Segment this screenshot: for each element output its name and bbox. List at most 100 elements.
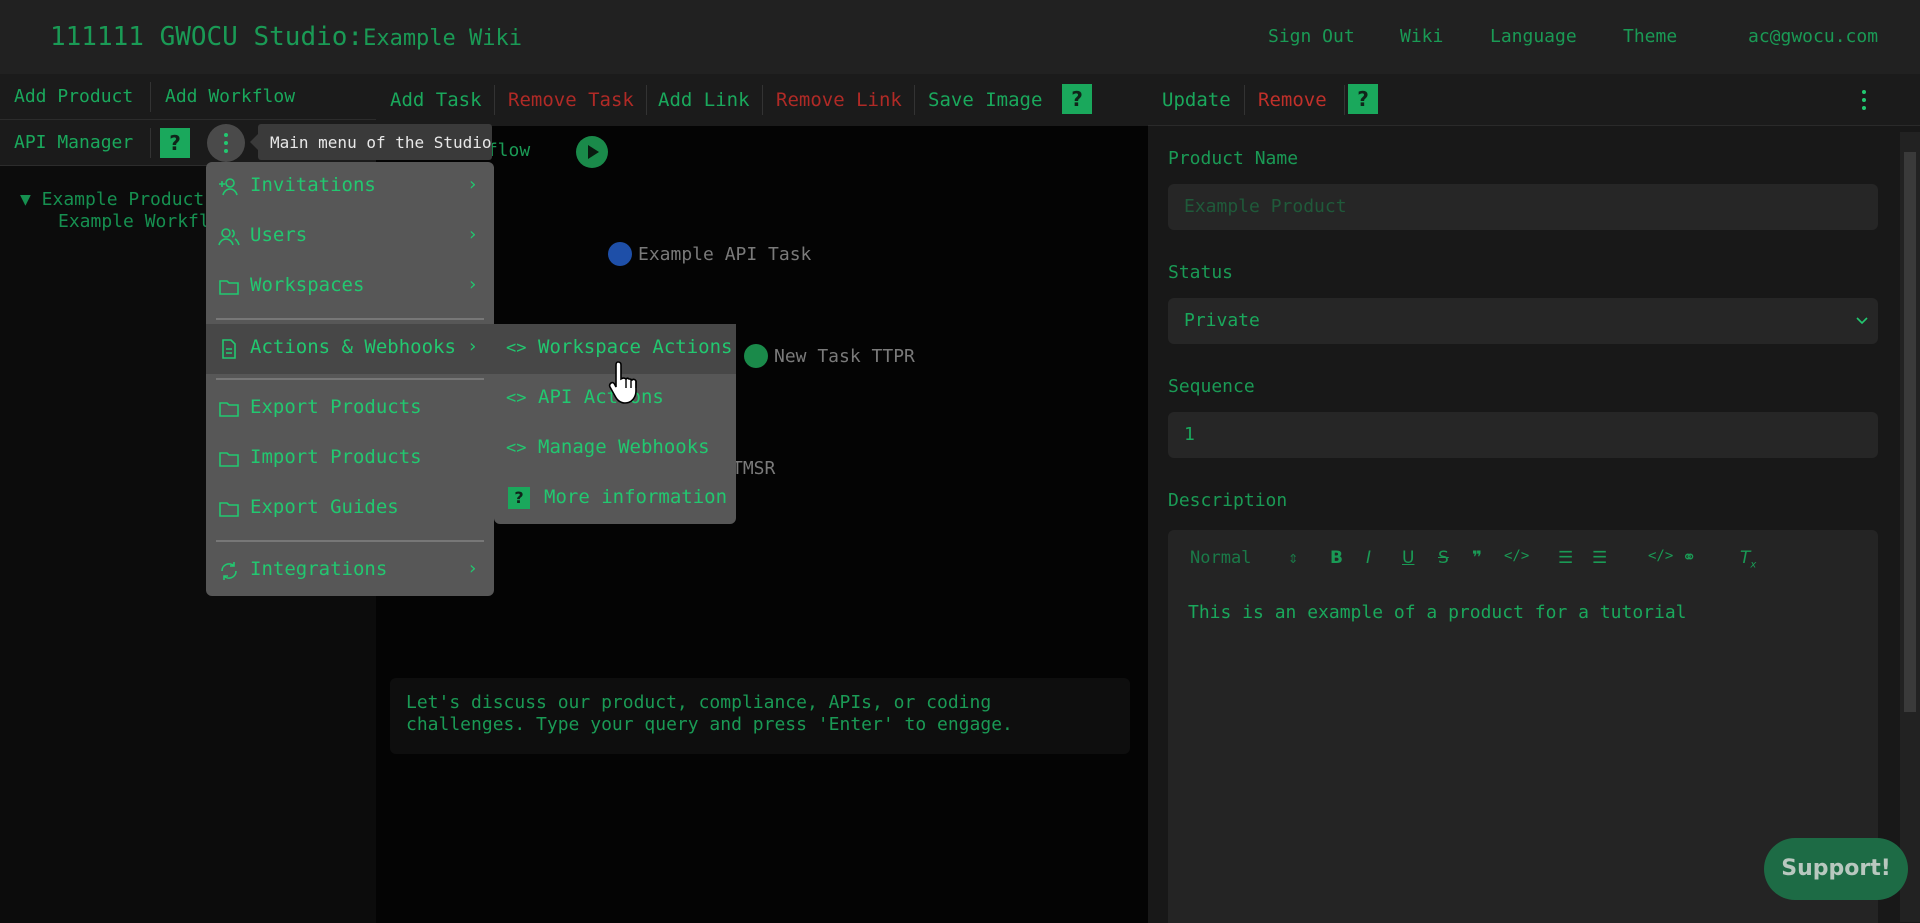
menu-item-users[interactable]: Users › [206, 212, 494, 262]
menu-item-workspaces[interactable]: Workspaces › [206, 262, 494, 312]
hand-cursor-icon [608, 361, 637, 404]
menu-item-import-products[interactable]: Import Products [206, 434, 494, 484]
status-select[interactable]: Private [1168, 298, 1878, 344]
remove-button[interactable]: Remove [1258, 89, 1327, 111]
toolbar-divider [1244, 85, 1245, 115]
code-icon: <> [506, 338, 527, 358]
play-icon [588, 145, 599, 159]
task-node-label: TMSR [732, 458, 776, 479]
menu-item-export-products[interactable]: Export Products [206, 384, 494, 434]
menu-item-invitations[interactable]: Invitations › [206, 162, 494, 212]
language-link[interactable]: Language [1490, 26, 1577, 47]
document-icon [222, 339, 236, 359]
menu-item-label: Export Guides [250, 496, 399, 518]
details-scrollbar[interactable] [1900, 132, 1920, 922]
chevron-right-icon: › [467, 558, 478, 579]
chevron-right-icon: › [467, 224, 478, 245]
submenu-item-label: More information [544, 486, 728, 508]
menu-item-integrations[interactable]: Integrations › [206, 546, 494, 596]
top-bar: 111111 GWOCU Studio:Example Wiki Sign Ou… [0, 0, 1920, 74]
scrollbar-thumb[interactable] [1904, 152, 1916, 712]
menu-item-label: Export Products [250, 396, 422, 418]
user-email-link[interactable]: ac@gwocu.com [1748, 26, 1878, 47]
clear-format-icon[interactable]: Tx [1740, 548, 1756, 570]
description-text[interactable]: This is an example of a product for a tu… [1188, 602, 1687, 623]
menu-item-actions-webhooks[interactable]: Actions & Webhooks › [206, 324, 494, 374]
chevron-right-icon: › [467, 174, 478, 195]
code-icon: <> [506, 438, 527, 458]
submenu-item-label: Manage Webhooks [538, 436, 710, 458]
remove-link-button[interactable]: Remove Link [776, 89, 902, 111]
workspace-name[interactable]: Example Wiki [363, 26, 522, 51]
toolbar-divider [150, 128, 151, 158]
submenu-item-manage-webhooks[interactable]: <> Manage Webhooks [494, 424, 736, 474]
add-task-button[interactable]: Add Task [390, 89, 482, 111]
product-tree: ▼ Example Product Example Workflow [20, 189, 231, 233]
users-icon [218, 228, 240, 246]
format-select-arrows-icon: ⇕ [1288, 548, 1299, 568]
chevron-down-icon [1856, 317, 1868, 325]
add-workflow-button[interactable]: Add Workflow [165, 86, 295, 107]
toolbar-divider [494, 85, 495, 115]
sequence-field[interactable]: 1 [1168, 412, 1878, 458]
toolbar-divider [646, 85, 647, 115]
status-label: Status [1168, 262, 1234, 283]
wiki-link[interactable]: Wiki [1400, 26, 1443, 47]
support-button[interactable]: Support! [1764, 838, 1908, 900]
blockquote-icon[interactable]: ❞ [1472, 548, 1482, 568]
remove-task-button[interactable]: Remove Task [508, 89, 634, 111]
workflow-toolbar: Add Task Remove Task Add Link Remove Lin… [376, 74, 1148, 126]
help-icon[interactable]: ? [1348, 84, 1378, 114]
status-value: Private [1184, 310, 1260, 331]
save-image-button[interactable]: Save Image [928, 89, 1042, 111]
task-node[interactable] [608, 242, 632, 266]
submenu-item-more-information[interactable]: ? More information [494, 474, 736, 524]
api-manager-button[interactable]: API Manager [14, 132, 133, 153]
description-label: Description [1168, 490, 1288, 511]
help-icon: ? [508, 487, 530, 509]
update-button[interactable]: Update [1162, 89, 1231, 111]
menu-divider [216, 540, 484, 542]
bold-icon[interactable]: B [1330, 548, 1343, 568]
menu-item-label: Users [250, 224, 308, 246]
tree-item-product[interactable]: ▼ Example Product [20, 189, 231, 211]
theme-link[interactable]: Theme [1623, 26, 1677, 47]
submenu-item-label: Workspace Actions [538, 336, 733, 358]
format-select[interactable]: Normal [1190, 548, 1251, 568]
task-node-label: New Task TTPR [774, 346, 915, 367]
menu-divider [216, 378, 484, 380]
chevron-right-icon: › [467, 274, 478, 295]
more-options-icon[interactable] [1854, 88, 1874, 112]
main-menu-button[interactable] [207, 124, 245, 162]
help-icon[interactable]: ? [1062, 84, 1092, 114]
menu-item-label: Workspaces [250, 274, 365, 296]
user-plus-icon [219, 178, 238, 196]
chat-input[interactable]: Let's discuss our product, compliance, A… [390, 678, 1130, 754]
folder-icon [219, 280, 239, 295]
strike-icon[interactable]: S [1438, 548, 1449, 568]
menu-item-label: Actions & Webhooks [250, 336, 456, 358]
task-node[interactable] [744, 344, 768, 368]
app-title-text: 111111 GWOCU Studio: [50, 22, 364, 52]
link-icon[interactable]: ⚭ [1682, 548, 1696, 568]
main-menu: Invitations › Users › Workspaces › Actio… [206, 162, 494, 596]
underline-icon[interactable]: U [1402, 548, 1414, 568]
folder-icon [219, 402, 239, 417]
menu-divider [216, 318, 484, 320]
add-product-button[interactable]: Add Product [14, 86, 133, 107]
toolbar-divider [762, 85, 763, 115]
run-workflow-button[interactable] [576, 136, 608, 168]
sign-out-link[interactable]: Sign Out [1268, 26, 1355, 47]
sync-icon [221, 562, 237, 580]
menu-item-export-guides[interactable]: Export Guides [206, 484, 494, 534]
ordered-list-icon[interactable]: ☰ [1558, 548, 1573, 568]
product-name-field[interactable]: Example Product [1168, 184, 1878, 230]
bullet-list-icon[interactable]: ☰ [1592, 548, 1607, 568]
code-block-icon[interactable]: </> [1504, 548, 1529, 564]
add-link-button[interactable]: Add Link [658, 89, 750, 111]
help-icon[interactable]: ? [160, 128, 190, 158]
tree-item-workflow[interactable]: Example Workflow [20, 211, 231, 233]
code-icon: <> [506, 388, 527, 408]
italic-icon[interactable]: I [1366, 548, 1371, 568]
code-icon[interactable]: </> [1648, 548, 1673, 564]
